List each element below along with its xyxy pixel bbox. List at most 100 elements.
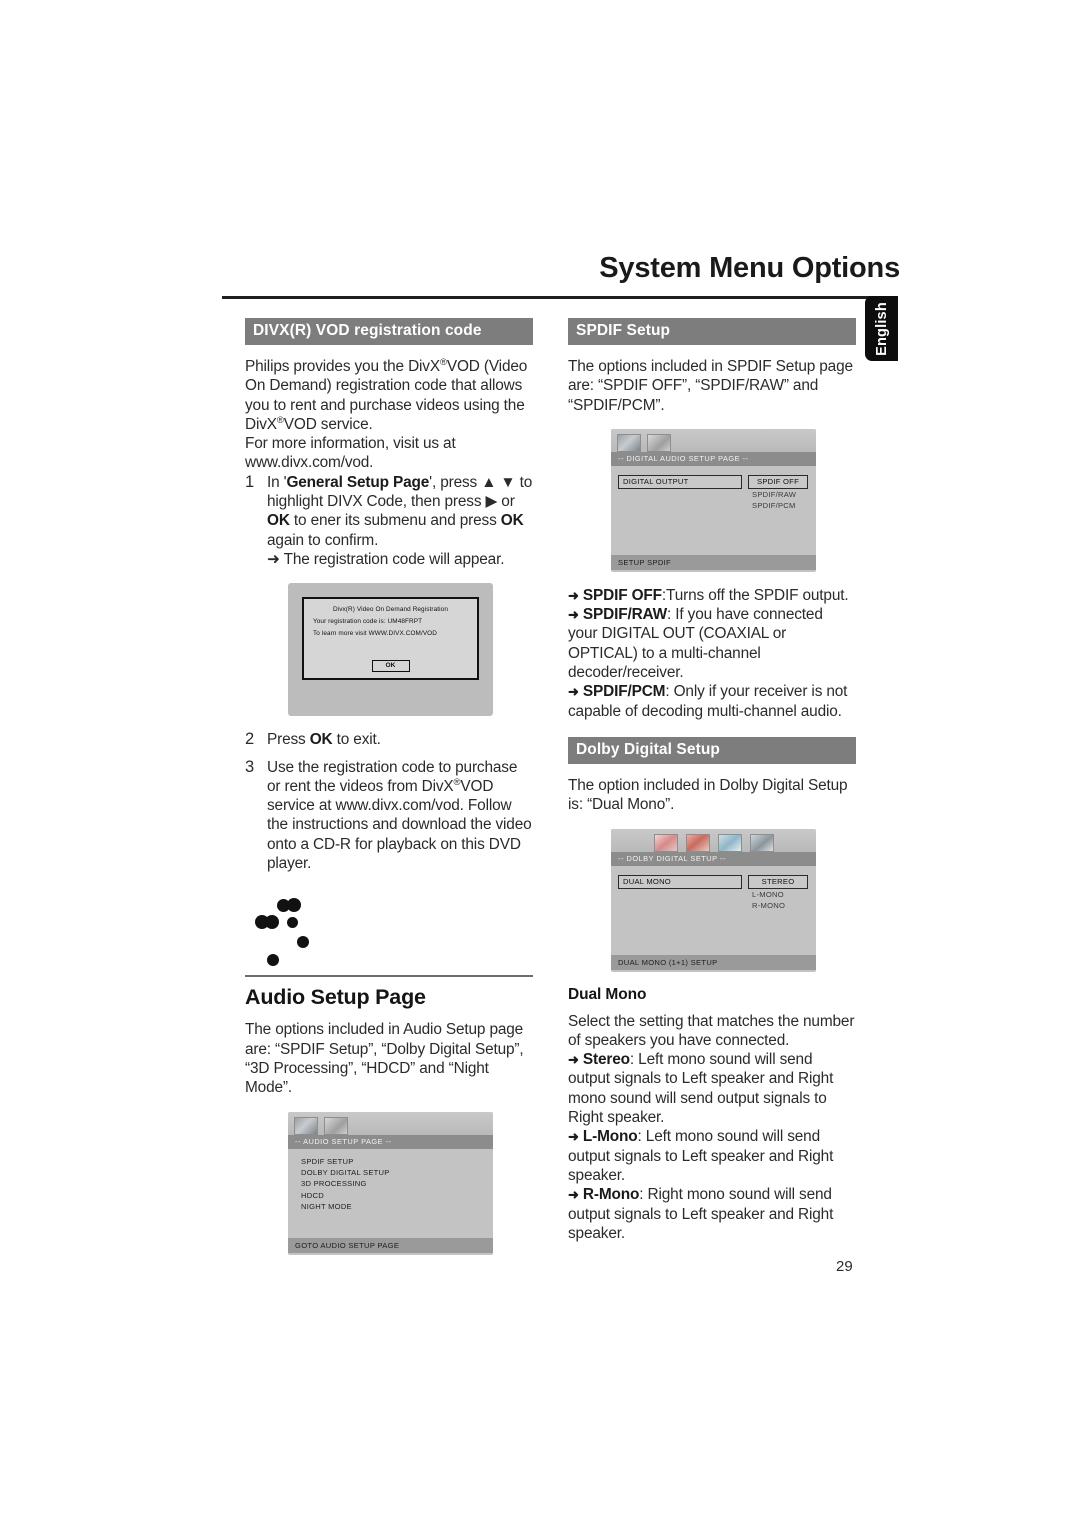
dual-mono-bullet-1: ➜ Stereo: Left mono sound will send outp… (568, 1050, 856, 1127)
spdif-bullet-1: ➜ SPDIF OFF:Turns off the SPDIF output. (568, 586, 856, 605)
osd-options: STEREO L-MONO R-MONO (748, 875, 808, 910)
spdif-bullet-1-label: SPDIF OFF (582, 586, 662, 604)
dolby-intro: The option included in Dolby Digital Set… (568, 776, 848, 814)
osd-icon-bar (288, 1111, 493, 1135)
osd-footer: GOTO AUDIO SETUP PAGE (288, 1237, 493, 1254)
dolby-digital-setup-heading: Dolby Digital Setup (568, 736, 856, 764)
osd-option-selected[interactable]: STEREO (748, 875, 808, 889)
step-2-bold-a: OK (309, 731, 333, 749)
audio-setup-page-title: Audio Setup Page (245, 985, 426, 1010)
step-1-bold-b: OK (267, 512, 290, 530)
osd-option[interactable]: SPDIF/RAW (748, 489, 808, 499)
arrow-icon: ➜ (568, 1187, 579, 1203)
osd-menu-item[interactable]: 3D PROCESSING (301, 1178, 493, 1189)
step-1-number: 1 (245, 472, 255, 491)
step-1-text-a: In ' (267, 473, 287, 491)
step-1-text-c: to ener its submenu and press (289, 512, 501, 530)
arrow-icon: ➜ (568, 684, 579, 700)
osd-menu-item[interactable]: HDCD (301, 1190, 493, 1201)
osd-icon-bar (611, 428, 816, 452)
audio-setup-icon (324, 1116, 348, 1135)
step-1-body: In 'General Setup Page', press ▲ ▼ to hi… (267, 473, 533, 569)
page-number: 29 (836, 1258, 853, 1275)
dual-mono-bullet-2: ➜ L-Mono: Left mono sound will send outp… (568, 1127, 856, 1185)
registered-icon-2: ® (276, 414, 284, 426)
manual-page: System Menu Options English DIVX(R) VOD … (0, 0, 1080, 1528)
audio-setup-page-screenshot: -- AUDIO SETUP PAGE -- SPDIF SETUP DOLBY… (288, 1111, 493, 1255)
spdif-bullet-2: ➜ SPDIF/RAW: If you have connected your … (568, 605, 856, 682)
audio-setup-intro: The options included in Audio Setup page… (245, 1021, 524, 1097)
step-3: 3 Use the registration code to purchase … (245, 758, 533, 874)
audio-setup-icon (647, 433, 671, 452)
picture-icon-3 (717, 833, 742, 852)
header-divider (222, 296, 894, 299)
spdif-bullet-3: ➜ SPDIF/PCM: Only if your receiver is no… (568, 682, 856, 721)
step-1-text-d: again to confirm. (267, 531, 379, 549)
osd-option[interactable]: R-MONO (748, 899, 808, 910)
page-title: System Menu Options (599, 252, 900, 284)
osd-menu-item[interactable]: SPDIF SETUP (301, 1156, 493, 1167)
divx-intro-paragraph-2: For more information, visit us at www.di… (245, 435, 456, 472)
spdif-intro: The options included in SPDIF Setup page… (568, 358, 853, 414)
divx-intro-c: VOD service. (283, 415, 373, 433)
spdif-setup-heading: SPDIF Setup (568, 318, 856, 345)
osd-setting-row[interactable]: DUAL MONO (618, 875, 742, 889)
video-setup-icon (617, 433, 641, 452)
spdif-bullet-1-text: :Turns off the SPDIF output. (661, 586, 849, 604)
audio-setup-divider (245, 975, 533, 978)
decorative-dots (255, 893, 345, 967)
osd-body: DIGITAL OUTPUT SPDIF OFF SPDIF/RAW SPDIF… (611, 466, 816, 571)
arrow-icon: ➜ (568, 1052, 579, 1068)
osd-title: -- DOLBY DIGITAL SETUP -- (611, 851, 816, 867)
osd-title: -- AUDIO SETUP PAGE -- (288, 1134, 493, 1150)
step-2-body: Press OK to exit. (267, 730, 533, 749)
left-column: DIVX(R) VOD registration code Philips pr… (245, 318, 533, 1255)
divx-dialog-ok-button[interactable]: OK (371, 660, 410, 673)
step-1: 1 In 'General Setup Page', press ▲ ▼ to … (245, 473, 533, 569)
osd-menu-item[interactable]: DOLBY DIGITAL SETUP (301, 1167, 493, 1178)
dolby-digital-setup-screenshot: -- DOLBY DIGITAL SETUP -- DUAL MONO STER… (611, 828, 816, 972)
step-2-number: 2 (245, 730, 255, 749)
osd-options: SPDIF OFF SPDIF/RAW SPDIF/PCM (748, 475, 808, 510)
dot-5 (287, 917, 298, 929)
spdif-bullet-2-label: SPDIF/RAW (582, 606, 668, 624)
registered-icon: ® (439, 356, 447, 368)
dual-mono-intro: Select the setting that matches the numb… (568, 1012, 855, 1049)
step-3-body: Use the registration code to purchase or… (267, 758, 533, 874)
step-2-text-a: Press (267, 731, 310, 749)
osd-body: SPDIF SETUP DOLBY DIGITAL SETUP 3D PROCE… (288, 1149, 493, 1254)
osd-option-selected[interactable]: SPDIF OFF (748, 475, 808, 489)
dual-mono-bullet-3-label: R-Mono (582, 1186, 640, 1204)
digital-audio-setup-screenshot: -- DIGITAL AUDIO SETUP PAGE -- DIGITAL O… (611, 428, 816, 572)
osd-option[interactable]: SPDIF/PCM (748, 499, 808, 510)
osd-icon-bar (611, 828, 816, 852)
dual-mono-subtitle: Dual Mono (568, 985, 647, 1003)
step-1-bold-c: OK (500, 512, 524, 530)
dot-2 (287, 898, 301, 913)
dot-6 (297, 936, 309, 949)
spdif-bullet-3-label: SPDIF/PCM (582, 683, 666, 701)
osd-menu-item[interactable]: NIGHT MODE (301, 1201, 493, 1212)
dual-mono-bullet-3: ➜ R-Mono: Right mono sound will send out… (568, 1185, 856, 1243)
divx-vod-heading: DIVX(R) VOD registration code (245, 318, 533, 345)
dot-4 (265, 915, 279, 930)
divx-dialog-line1: Your registration code is: UM48FRPT (313, 618, 423, 626)
osd-footer: DUAL MONO (1+1) SETUP (611, 954, 816, 971)
divx-registration-screenshot: Divx(R) Video On Demand Registration You… (288, 583, 493, 717)
divx-intro-paragraph-1: Philips provides you the DivX®VOD (Video… (245, 357, 533, 434)
right-column: SPDIF Setup The options included in SPDI… (568, 318, 856, 1243)
step-3-number: 3 (245, 757, 255, 776)
picture-icon-1 (653, 833, 678, 852)
divx-dialog-title: Divx(R) Video On Demand Registration (332, 606, 448, 614)
osd-option[interactable]: L-MONO (748, 889, 808, 899)
arrow-icon: ➜ (568, 1129, 579, 1145)
arrow-icon: ➜ (568, 607, 579, 623)
osd-setting-row[interactable]: DIGITAL OUTPUT (618, 475, 742, 489)
dual-mono-bullet-2-label: L-Mono (582, 1128, 638, 1146)
step-2-text-b: to exit. (332, 731, 381, 749)
osd-body: DUAL MONO STEREO L-MONO R-MONO DUAL MONO… (611, 866, 816, 971)
step-2: 2 Press OK to exit. (245, 730, 533, 749)
divx-dialog-line2: To learn more visit WWW.DIVX.COM/VOD (313, 630, 437, 638)
language-tab-label: English (873, 301, 890, 356)
language-tab: English (865, 296, 898, 361)
